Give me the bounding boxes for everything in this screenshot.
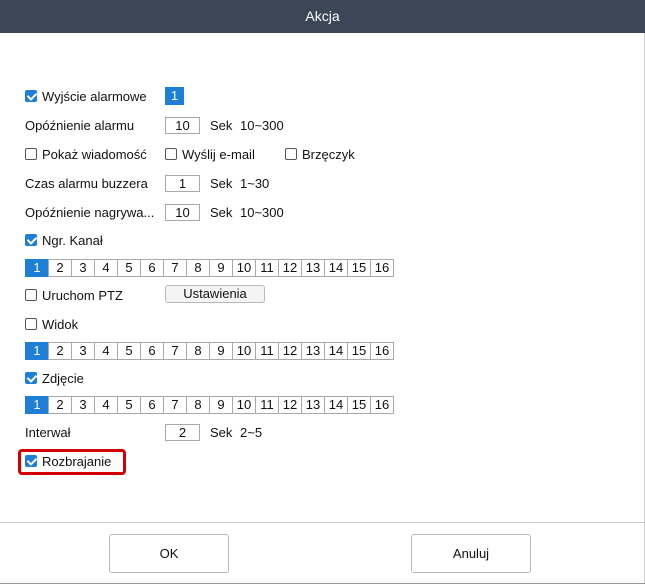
ptz-label: Uruchom PTZ	[42, 288, 123, 303]
snapshot-channel-selector: 1 2 3 4 5 6 7 8 9 10 11 12 13 14 15 16	[25, 396, 394, 414]
channel-button[interactable]: 8	[186, 342, 210, 360]
alarm-output-checkbox[interactable]	[25, 90, 37, 102]
interval-input[interactable]: 2	[165, 424, 200, 441]
channel-button[interactable]: 12	[278, 396, 302, 414]
channel-button[interactable]: 1	[25, 259, 49, 277]
channel-button[interactable]: 9	[209, 342, 233, 360]
channel-button[interactable]: 3	[71, 396, 95, 414]
alarm-delay-range: 10~300	[240, 118, 284, 133]
channel-button[interactable]: 13	[301, 342, 325, 360]
channel-button[interactable]: 16	[370, 342, 394, 360]
channel-button[interactable]: 16	[370, 259, 394, 277]
view-channel-selector: 1 2 3 4 5 6 7 8 9 10 11 12 13 14 15 16	[25, 342, 394, 360]
channel-button[interactable]: 3	[71, 342, 95, 360]
buzzer-time-label: Czas alarmu buzzera	[25, 176, 148, 191]
record-delay-input[interactable]: 10	[165, 204, 200, 221]
snapshot-label: Zdjęcie	[42, 371, 84, 386]
ptz-checkbox[interactable]	[25, 289, 37, 301]
alarm-output-number[interactable]: 1	[165, 87, 184, 105]
buzzer-time-unit: Sek	[210, 176, 233, 191]
channel-button[interactable]: 7	[163, 342, 187, 360]
channel-button[interactable]: 2	[48, 259, 72, 277]
window-title: Akcja	[305, 8, 340, 24]
channel-button[interactable]: 7	[163, 259, 187, 277]
record-delay-label: Opóźnienie nagrywa...	[25, 205, 155, 220]
channel-button[interactable]: 2	[48, 342, 72, 360]
channel-button[interactable]: 10	[232, 396, 256, 414]
channel-button[interactable]: 8	[186, 396, 210, 414]
channel-button[interactable]: 4	[94, 342, 118, 360]
record-delay-unit: Sek	[210, 205, 233, 220]
record-channel-checkbox[interactable]	[25, 234, 37, 246]
view-checkbox[interactable]	[25, 318, 37, 330]
channel-button[interactable]: 5	[117, 396, 141, 414]
channel-button[interactable]: 11	[255, 396, 279, 414]
ok-button[interactable]: OK	[109, 534, 229, 573]
disarm-label: Rozbrajanie	[42, 454, 112, 469]
cancel-button[interactable]: Anuluj	[411, 534, 531, 573]
channel-button[interactable]: 6	[140, 396, 164, 414]
channel-button[interactable]: 7	[163, 396, 187, 414]
ptz-settings-button[interactable]: Ustawienia	[165, 285, 265, 303]
interval-range: 2~5	[240, 425, 263, 440]
alarm-output-label: Wyjście alarmowe	[42, 89, 147, 104]
channel-button[interactable]: 12	[278, 259, 302, 277]
alarm-delay-input[interactable]: 10	[165, 117, 200, 134]
channel-button[interactable]: 11	[255, 342, 279, 360]
window-title-bar: Akcja	[0, 0, 645, 33]
channel-button[interactable]: 9	[209, 396, 233, 414]
footer-divider	[0, 522, 645, 523]
channel-button[interactable]: 15	[347, 342, 371, 360]
channel-button[interactable]: 13	[301, 259, 325, 277]
buzzer-label: Brzęczyk	[302, 147, 355, 162]
snapshot-checkbox[interactable]	[25, 372, 37, 384]
alarm-delay-label: Opóźnienie alarmu	[25, 118, 135, 133]
interval-label: Interwał	[25, 425, 71, 440]
channel-button[interactable]: 5	[117, 342, 141, 360]
show-message-label: Pokaż wiadomość	[42, 147, 147, 162]
channel-button[interactable]: 11	[255, 259, 279, 277]
alarm-delay-unit: Sek	[210, 118, 233, 133]
record-delay-range: 10~300	[240, 205, 284, 220]
channel-button[interactable]: 5	[117, 259, 141, 277]
channel-button[interactable]: 1	[25, 342, 49, 360]
channel-button[interactable]: 9	[209, 259, 233, 277]
channel-button[interactable]: 3	[71, 259, 95, 277]
disarm-checkbox[interactable]	[25, 455, 37, 467]
channel-button[interactable]: 15	[347, 396, 371, 414]
send-email-checkbox[interactable]	[165, 148, 177, 160]
channel-button[interactable]: 15	[347, 259, 371, 277]
channel-button[interactable]: 16	[370, 396, 394, 414]
channel-button[interactable]: 12	[278, 342, 302, 360]
interval-unit: Sek	[210, 425, 233, 440]
buzzer-time-input[interactable]: 1	[165, 175, 200, 192]
channel-button[interactable]: 14	[324, 259, 348, 277]
channel-button[interactable]: 2	[48, 396, 72, 414]
channel-button[interactable]: 4	[94, 259, 118, 277]
record-channel-label: Ngr. Kanał	[42, 233, 103, 248]
channel-button[interactable]: 10	[232, 259, 256, 277]
channel-button[interactable]: 1	[25, 396, 49, 414]
channel-button[interactable]: 14	[324, 396, 348, 414]
channel-button[interactable]: 4	[94, 396, 118, 414]
view-label: Widok	[42, 317, 79, 332]
record-channel-selector: 1 2 3 4 5 6 7 8 9 10 11 12 13 14 15 16	[25, 259, 394, 277]
channel-button[interactable]: 13	[301, 396, 325, 414]
channel-button[interactable]: 14	[324, 342, 348, 360]
buzzer-checkbox[interactable]	[285, 148, 297, 160]
channel-button[interactable]: 6	[140, 342, 164, 360]
send-email-label: Wyślij e-mail	[182, 147, 255, 162]
channel-button[interactable]: 10	[232, 342, 256, 360]
buzzer-time-range: 1~30	[240, 176, 270, 191]
channel-button[interactable]: 6	[140, 259, 164, 277]
channel-button[interactable]: 8	[186, 259, 210, 277]
show-message-checkbox[interactable]	[25, 148, 37, 160]
